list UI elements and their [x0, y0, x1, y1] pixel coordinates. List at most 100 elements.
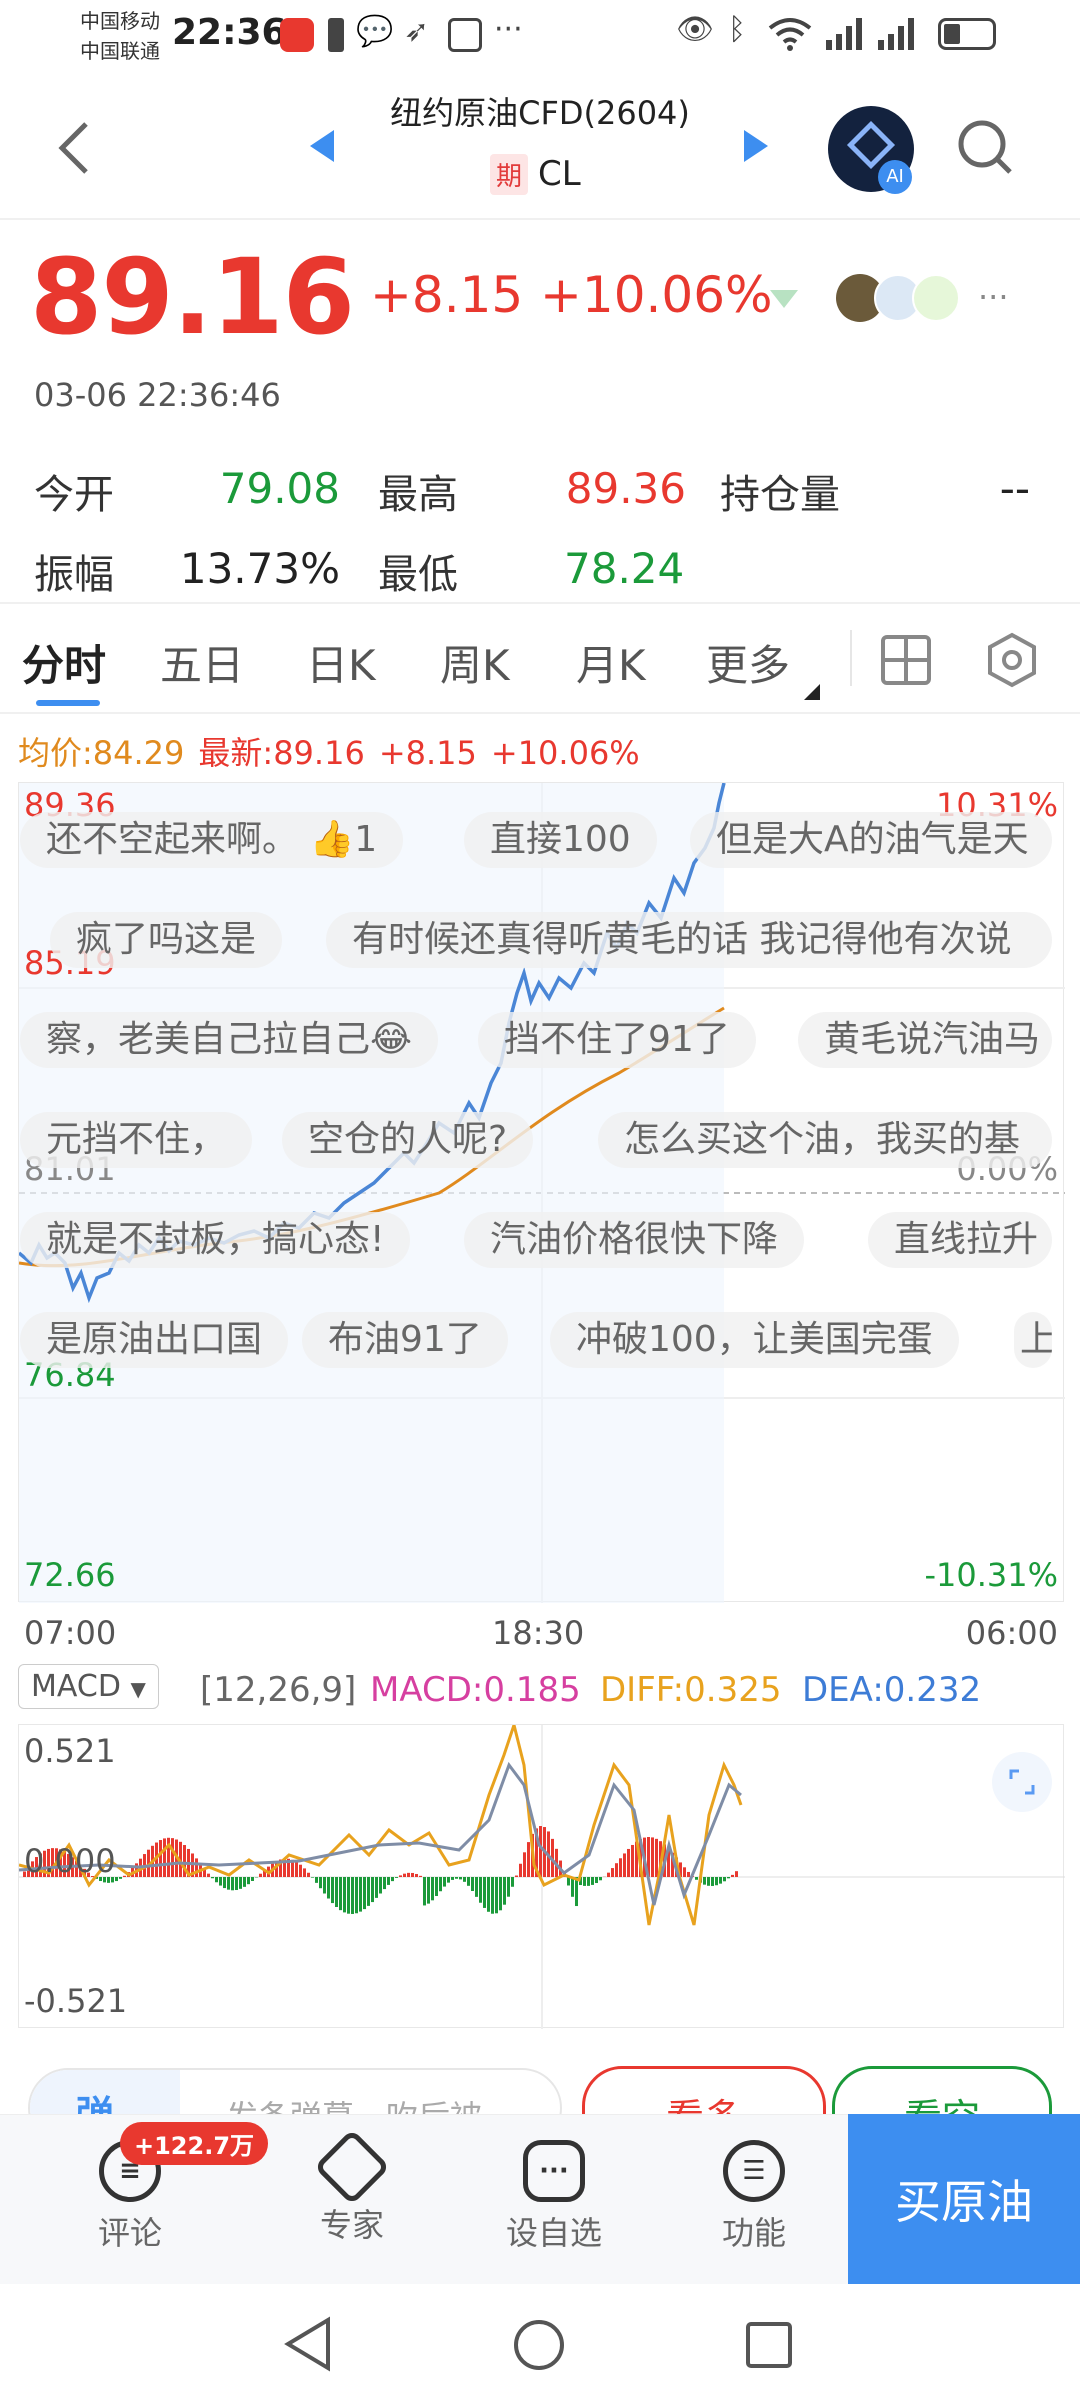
indicator-name: MACD: [31, 1669, 121, 1704]
danmu-bubble[interactable]: 空仓的人呢?: [282, 1112, 534, 1168]
carrier-1: 中国移动: [80, 9, 160, 33]
battery-icon: [938, 18, 996, 50]
y-label-low: 72.66: [24, 1556, 116, 1594]
danmu-bubble[interactable]: 有时候还真得听黄毛的话 我记得他有次说: [326, 912, 1052, 968]
wifi-icon: [766, 14, 814, 58]
user-avatar-3[interactable]: [912, 274, 960, 322]
danmu-bubble[interactable]: 黄毛说汽油马: [798, 1012, 1052, 1068]
macd-histogram-bar: [471, 1877, 474, 1892]
danmu-bubble[interactable]: 汽油价格很快下降: [464, 1212, 805, 1268]
macd-histogram-bar: [163, 1838, 166, 1877]
stats-divider: [0, 602, 1080, 604]
dea-value: DEA:0.232: [802, 1670, 982, 1710]
macd-histogram-bar: [515, 1875, 518, 1877]
macd-chart[interactable]: [18, 1724, 1065, 2029]
tab-daily-k[interactable]: 日K: [306, 632, 376, 693]
danmu-bubble[interactable]: 直接100: [464, 812, 657, 868]
nav-functions-label: 功能: [721, 2214, 786, 2252]
signal-5g-icon: [874, 16, 918, 56]
intraday-chart[interactable]: [18, 782, 1065, 1603]
macd-histogram-bar: [243, 1877, 246, 1887]
macd-histogram-bar: [123, 1875, 126, 1877]
macd-histogram-bar: [391, 1877, 394, 1882]
expert-icon: [313, 2128, 391, 2206]
info-change-pct: +10.06%: [490, 734, 640, 772]
macd-histogram-bar: [207, 1873, 210, 1877]
danmu-bubble[interactable]: 察，老美自己拉自己😂: [20, 1012, 439, 1068]
next-contract-button[interactable]: [744, 130, 768, 162]
danmu-bubble[interactable]: 还不空起来啊。 👍1: [20, 812, 404, 868]
more-options-button[interactable]: ···: [978, 278, 1009, 316]
macd-histogram-bar: [651, 1837, 654, 1877]
macd-histogram-bar: [239, 1877, 242, 1889]
danmu-bubble[interactable]: 但是大A的油气是天: [690, 812, 1052, 868]
macd-histogram-bar: [379, 1877, 382, 1894]
back-button[interactable]: [54, 120, 94, 180]
macd-histogram-bar: [331, 1877, 334, 1904]
macd-histogram-bar: [303, 1868, 306, 1877]
macd-histogram-bar: [575, 1877, 578, 1907]
tab-monthly-k[interactable]: 月K: [576, 632, 646, 693]
eye-icon: 👁: [676, 12, 715, 47]
last-price: 89.16: [30, 236, 355, 358]
macd-histogram-bar: [335, 1877, 338, 1908]
ai-label: AI: [878, 160, 912, 194]
tab-weekly-k[interactable]: 周K: [440, 632, 510, 693]
danmu-bubble[interactable]: 直线拉升: [868, 1212, 1052, 1268]
macd-histogram-bar: [499, 1877, 502, 1911]
system-home-button[interactable]: [512, 2318, 566, 2376]
macd-y-mid: 0.000: [24, 1842, 116, 1880]
avg-price: 均价:84.29: [18, 734, 185, 772]
stat-open-value: 79.08: [219, 464, 340, 513]
nav-add-watchlist[interactable]: ··· 设自选: [484, 2140, 624, 2254]
macd-histogram-bar: [311, 1877, 314, 1878]
danmu-bubble[interactable]: 冲破100，让美国完蛋: [550, 1312, 959, 1368]
nav-experts[interactable]: 专家: [282, 2128, 422, 2246]
danmu-bubble[interactable]: 是原油出口国: [20, 1312, 289, 1368]
bluetooth-icon: ᛒ: [728, 12, 746, 47]
settings-icon[interactable]: [984, 632, 1040, 692]
ai-assistant-button[interactable]: AI: [828, 106, 914, 194]
macd-histogram-bar: [235, 1877, 238, 1891]
danmu-bubble[interactable]: 就是不封板，搞心态!: [20, 1212, 411, 1268]
search-icon[interactable]: [956, 118, 1016, 182]
macd-histogram-bar: [367, 1877, 370, 1906]
macd-histogram-bar: [395, 1877, 398, 1878]
danmu-bubble[interactable]: 挡不住了91了: [478, 1012, 756, 1068]
stat-high-value: 89.36: [565, 464, 686, 513]
prev-contract-button[interactable]: [310, 130, 334, 162]
huawei-app-icon: [280, 18, 314, 52]
system-recents-button[interactable]: [744, 2320, 794, 2374]
macd-histogram-bar: [119, 1877, 122, 1879]
danmu-bubble[interactable]: 疯了吗这是: [50, 912, 283, 968]
macd-histogram-bar: [447, 1877, 450, 1883]
danmu-bubble[interactable]: 怎么买这个油，我买的基: [598, 1112, 1052, 1168]
grid-layout-icon[interactable]: [880, 634, 932, 690]
macd-histogram-bar: [339, 1877, 342, 1911]
macd-histogram-bar: [723, 1877, 726, 1882]
macd-histogram-bar: [319, 1877, 322, 1889]
danmu-bubble[interactable]: 元挡不住，: [20, 1112, 253, 1168]
macd-histogram-bar: [599, 1877, 602, 1881]
buy-oil-button[interactable]: 买原油: [848, 2114, 1080, 2284]
nav-functions[interactable]: ☰ 功能: [684, 2140, 824, 2254]
indicator-selector[interactable]: MACD ▼: [18, 1664, 159, 1709]
comment-count-badge: +122.7万: [120, 2122, 269, 2165]
macd-histogram-bar: [571, 1877, 574, 1897]
danmu-bubble[interactable]: 布油91了: [302, 1312, 508, 1368]
more-dropdown-icon: [804, 684, 820, 700]
tab-five-day[interactable]: 五日: [160, 632, 244, 693]
send-icon: ➶: [404, 14, 430, 49]
macd-y-bottom: -0.521: [24, 1982, 128, 2020]
expand-chart-button[interactable]: [992, 1752, 1052, 1812]
macd-histogram-bar: [615, 1863, 618, 1877]
tab-more[interactable]: 更多: [706, 632, 790, 693]
macd-histogram-bar: [539, 1826, 542, 1877]
danmu-bubble[interactable]: 上: [1014, 1312, 1052, 1368]
system-back-button[interactable]: [282, 2316, 334, 2376]
macd-histogram-bar: [719, 1877, 722, 1884]
tab-intraday[interactable]: 分时: [22, 632, 106, 693]
macd-histogram-bar: [495, 1877, 498, 1914]
macd-value: MACD:0.185: [370, 1670, 581, 1710]
macd-histogram-bar: [219, 1877, 222, 1886]
